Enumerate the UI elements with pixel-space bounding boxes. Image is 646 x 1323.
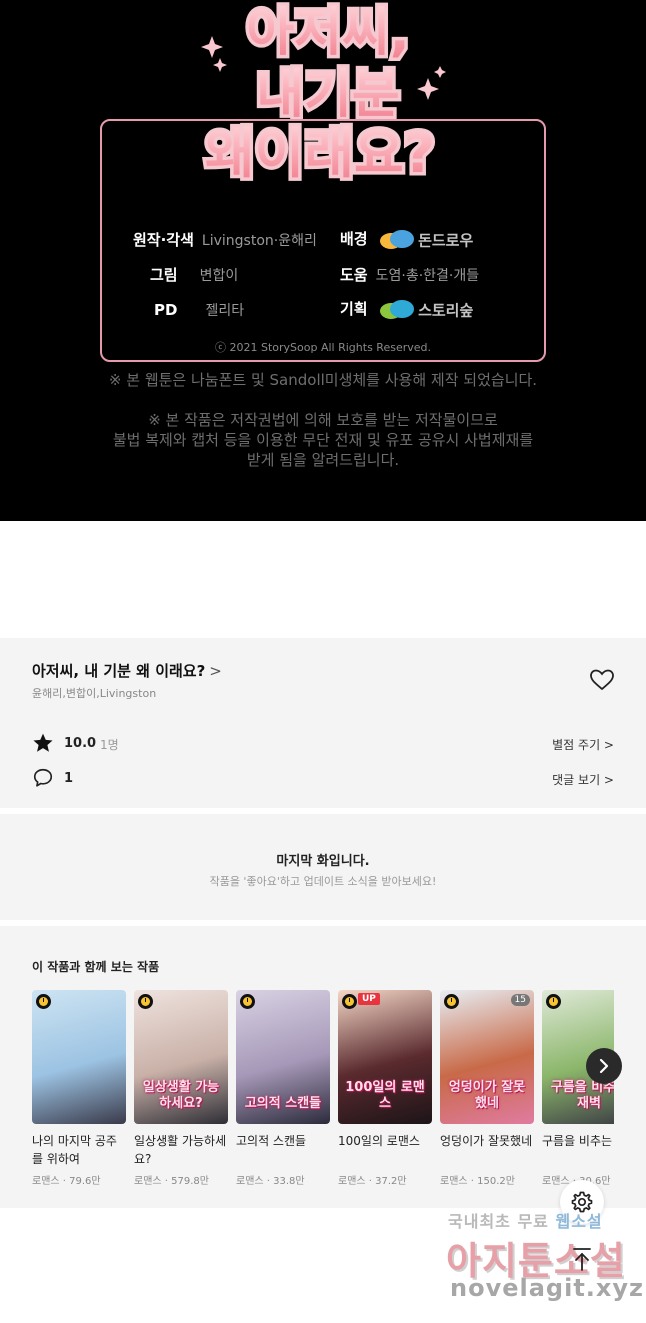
copyright-notice-1: ※ 본 작품은 저작권법에 의해 보호를 받는 저작물이므로 [148, 411, 498, 429]
thumbnail-title-art: 엉덩이가 잘못했네 [448, 1080, 526, 1111]
thumbnail-title-art: 100일의 로맨스 [345, 1080, 425, 1111]
rate-button[interactable]: 별점 주기 > [552, 736, 614, 753]
recommendation-meta: 로맨스 · 579.8만 [134, 1176, 209, 1187]
recommendation-item[interactable]: 일상생활 가능하세요? 일상생활 가능하세요? 로맨스 · 579.8만 [134, 990, 228, 1187]
recommendation-item[interactable]: 나의 마지막 공주를 위하여로맨스 · 79.6만 [32, 990, 126, 1187]
rating-row: 10.0 1명 별점 주기 > [32, 732, 614, 756]
copyright-notice-2: 불법 복제와 캡처 등을 이용한 무단 전재 및 유포 공유시 사법제재를 [112, 431, 534, 449]
logo-line-2: 내기분 [256, 65, 400, 125]
recommendation-section: 이 작품과 함께 보는 작품 나의 마지막 공주를 위하여로맨스 · 79.6만… [0, 926, 646, 1208]
comic-authors: 윤해리,변합이,Livingston [32, 687, 157, 700]
recommendation-item[interactable]: 15 엉덩이가 잘못했네 엉덩이가 잘못했네 로맨스 · 150.2만 [440, 990, 534, 1187]
clock-icon [36, 994, 51, 1009]
copyright-text: ⓒ 2021 StorySoop All Rights Reserved. [215, 341, 431, 354]
up-badge: UP [358, 993, 380, 1005]
chevron-right-icon [599, 1058, 609, 1074]
comment-row: 1 댓글 보기 > [32, 767, 614, 791]
rating-count: 1명 [100, 738, 119, 752]
brand-logo-icon [380, 229, 415, 251]
clock-icon [342, 994, 357, 1009]
credit-original: 원작·각색 Livingston·윤해리 [133, 231, 317, 249]
thumbnail-title-art: 일상생활 가능하세요? [142, 1080, 220, 1111]
clock-icon [138, 994, 153, 1009]
comic-info-card: 아저씨, 내 기분 왜 이래요? > 윤해리,변합이,Livingston 10.… [0, 638, 646, 808]
recommendation-thumbnail: 15 엉덩이가 잘못했네 [440, 990, 534, 1124]
age-rating-badge: 15 [510, 994, 530, 1006]
carousel-next-button[interactable] [586, 1048, 622, 1084]
scroll-to-top-button[interactable] [570, 1246, 594, 1272]
clock-icon [546, 994, 561, 1009]
last-episode-subtitle: 작품을 '좋아요'하고 업데이트 소식을 받아보세요! [209, 875, 437, 888]
heart-icon [590, 669, 614, 691]
like-heart-button[interactable] [589, 668, 615, 692]
recommendation-thumbnail: 일상생활 가능하세요? [134, 990, 228, 1124]
recommendation-thumbnail [32, 990, 126, 1124]
speech-bubble-icon [33, 768, 53, 787]
rating-value: 10.0 [64, 736, 97, 751]
star-icon [33, 733, 53, 752]
recommendation-meta: 로맨스 · 33.8만 [236, 1176, 305, 1187]
recommendation-title: 고의적 스캔들 [236, 1134, 307, 1148]
recommendation-item[interactable]: UP 100일의 로맨스 100일의 로맨스로맨스 · 37.2만 [338, 990, 432, 1187]
credit-background: 배경 돈드로우 [340, 229, 474, 251]
recommendation-thumbnail: 고의적 스캔들 [236, 990, 330, 1124]
recommendation-title: 100일의 로맨스 [338, 1134, 420, 1148]
thumbnail-title-art: 고의적 스캔들 [244, 1096, 322, 1111]
recommendation-item[interactable]: 구름을 비추는 재벽구름을 비추는 벽로맨스 · 30.6만 [542, 990, 614, 1187]
recommendation-meta: 로맨스 · 37.2만 [338, 1176, 407, 1187]
comic-title-link[interactable]: 아저씨, 내 기분 왜 이래요? > [32, 660, 222, 681]
credit-help: 도움 도염·총·한결·개들 [340, 266, 480, 284]
clock-icon [444, 994, 459, 1009]
recommendation-meta: 로맨스 · 79.6만 [32, 1176, 101, 1187]
recommendation-title: 일상생활 가능하세요? [134, 1134, 227, 1166]
credit-pd: PD 젤리타 [154, 301, 245, 319]
view-comments-button[interactable]: 댓글 보기 > [552, 771, 614, 788]
logo-line-1: 아저씨, [246, 3, 409, 63]
arrow-up-icon [573, 1248, 591, 1271]
thumbnail-title-art: 구름을 비추는 재벽 [550, 1080, 614, 1111]
recommendation-item[interactable]: 고의적 스캔들 고의적 스캔들 로맨스 · 33.8만 [236, 990, 330, 1187]
recommendation-thumbnail: UP 100일의 로맨스 [338, 990, 432, 1124]
chevron-right-icon: > [209, 662, 222, 680]
recommendation-list: 나의 마지막 공주를 위하여 로맨스 · 79.6만 일상생활 가능하세요? 일상생활… [32, 990, 614, 1200]
recommendation-title: 엉덩이가 잘못했네 [440, 1134, 533, 1148]
storysoop-logo-icon [380, 299, 415, 321]
recommendation-meta: 로맨스 · 150.2만 [440, 1176, 515, 1187]
recommendation-title: 구름을 비추는 벽 [542, 1134, 614, 1148]
last-episode-card: 마지막 화입니다. 작품을 '좋아요'하고 업데이트 소식을 받아보세요! [0, 814, 646, 920]
copyright-notice-3: 받게 됨을 알려드립니다. [246, 451, 400, 469]
comic-credit-panel: 아저씨, 내기분 왜이래요? 원작·각색 Livingston·윤해리 그림 변합이… [0, 0, 646, 521]
recommendation-heading: 이 작품과 함께 보는 작품 [32, 960, 160, 974]
last-episode-title: 마지막 화입니다. [276, 854, 370, 869]
comment-count: 1 [64, 771, 74, 786]
credit-art: 그림 변합이 [150, 266, 239, 284]
font-notice: ※ 본 웹툰은 나눔폰트 및 Sandoll미생체를 사용해 제작 되었습니다. [108, 371, 538, 389]
recommendation-title: 나의 마지막 공주를 위하여 [32, 1134, 117, 1166]
watermark: 국내최초 무료 웹소설 아지툰소설 novelagit.xyz [446, 1212, 645, 1302]
credit-planning: 기획 스토리숲 [340, 299, 474, 321]
clock-icon [240, 994, 255, 1009]
